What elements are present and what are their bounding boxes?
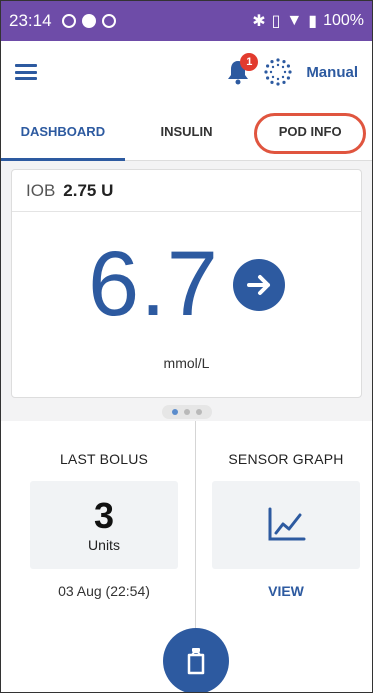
iob-value: 2.75 U [63,180,114,200]
divider [195,421,196,629]
iob-label: IOB [26,180,56,200]
tab-bar: DASHBOARD INSULIN POD INFO [1,103,372,161]
pod-status-icon[interactable] [264,58,292,86]
last-bolus-title: LAST BOLUS [59,451,149,467]
battery-icon: ▮ [308,13,318,30]
iob-row: IOB 2.75 U [12,170,361,212]
sensor-graph-section: SENSOR GRAPH VIEW [206,451,366,599]
line-graph-icon [268,507,306,541]
bluetooth-icon: ✱ [252,13,266,30]
glucose-row: 6.7 [12,232,361,337]
last-bolus-date: 03 Aug (22:54) [58,583,150,599]
last-bolus-section: LAST BOLUS 3 Units 03 Aug (22:54) [16,451,192,599]
glucose-card: IOB 2.75 U 6.7 mmol/L [11,169,362,398]
notification-badge: 1 [240,53,259,71]
page-indicator [1,405,372,419]
vibrate-icon: ▯ [271,13,281,30]
notification-button[interactable]: 1 [226,53,259,85]
glucose-unit: mmol/L [163,355,210,371]
mode-label[interactable]: Manual [306,64,358,81]
last-bolus-unit: Units [88,537,120,553]
wifi-icon: ▼ [286,12,303,29]
status-bar: 23:14 ✱ ▯ ▼ ▮ 100% [1,1,372,41]
tab-pod-info[interactable]: POD INFO [248,103,372,160]
tab-insulin[interactable]: INSULIN [125,103,249,160]
tab-dashboard[interactable]: DASHBOARD [1,103,125,161]
app-frame: 23:14 ✱ ▯ ▼ ▮ 100% 1 Manual DASHBOARD IN… [0,0,373,693]
glucose-value: 6.7 [88,233,219,335]
page-dot[interactable] [183,409,190,415]
last-bolus-value: 3 [93,495,115,536]
data-saver-icon [101,14,116,28]
pod-icon [187,648,205,675]
app-header: 1 Manual [1,41,372,103]
view-graph-link[interactable]: VIEW [206,583,366,599]
battery-percent: 100% [323,12,364,29]
tab-pod-info-label: POD INFO [278,124,342,139]
sync-icon [61,14,76,28]
pod-fab-button[interactable] [163,628,229,692]
arrow-right-icon [232,258,285,311]
hamburger-menu-icon[interactable] [15,64,37,80]
page-dot[interactable] [171,409,178,415]
sensor-graph-button[interactable] [212,481,360,569]
sensor-graph-title: SENSOR GRAPH [228,451,344,467]
page-dot[interactable] [195,409,202,415]
last-bolus-box: 3 Units [30,481,178,569]
record-icon [81,14,96,28]
status-time: 23:14 [9,11,52,30]
